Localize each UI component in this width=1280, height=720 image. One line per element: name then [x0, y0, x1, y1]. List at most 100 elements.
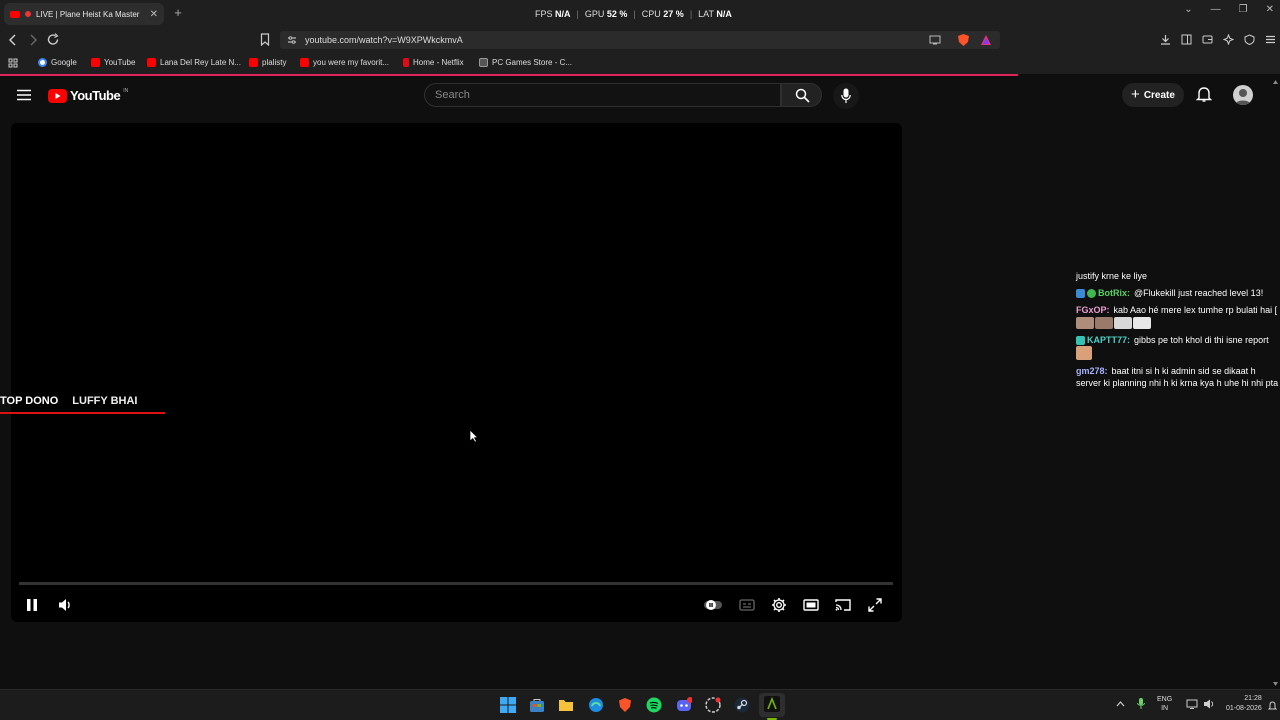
nvidia-app-icon[interactable] — [764, 696, 780, 712]
bookmark-label: Home - Netflix — [413, 58, 464, 67]
apps-grid-icon[interactable] — [8, 58, 18, 68]
address-bar[interactable]: youtube.com/watch?v=W9XPWkckmvA — [280, 31, 1000, 49]
show-hidden-icons-chevron-icon[interactable] — [1116, 700, 1125, 708]
brave-shields-icon[interactable] — [957, 33, 970, 47]
user-avatar-icon — [1235, 89, 1251, 105]
country-code: IN — [123, 87, 129, 94]
chat-message: BotRix: @Flukekill just reached level 13! — [1076, 287, 1280, 299]
bookmark-label: you were my favorit... — [313, 58, 390, 67]
minimize-icon[interactable]: — — [1211, 4, 1221, 15]
youtube-favicon-icon — [10, 10, 20, 18]
lat-label: LAT — [698, 9, 714, 19]
file-explorer-icon[interactable] — [558, 697, 574, 713]
video-player[interactable] — [11, 123, 902, 622]
wallet-icon[interactable] — [1202, 34, 1213, 45]
volume-icon[interactable] — [58, 597, 74, 613]
top-donor-label: TOP DONO — [0, 395, 59, 407]
notifications-bell-icon[interactable] — [1196, 86, 1212, 103]
spotify-icon[interactable] — [646, 697, 662, 713]
close-window-icon[interactable]: ✕ — [1266, 4, 1274, 15]
logo-text: YouTube — [70, 88, 121, 103]
bookmark-item[interactable]: plalisty — [249, 58, 286, 67]
brave-rewards-icon[interactable] — [980, 34, 992, 46]
speaker-volume-icon[interactable] — [1203, 698, 1215, 710]
microphone-tray-icon[interactable] — [1136, 697, 1146, 711]
bookmark-item[interactable]: Lana Del Rey Late N... — [147, 58, 241, 67]
top-donor-name: LUFFY BHAI — [72, 395, 138, 407]
chat-message: FGxOP: kab Aao hé mere lex tumhe rp bulat… — [1076, 304, 1280, 329]
theater-mode-icon[interactable] — [803, 597, 819, 613]
vpn-icon[interactable] — [1244, 34, 1255, 45]
new-tab-button[interactable]: + — [170, 5, 186, 21]
account-avatar[interactable] — [1233, 85, 1253, 105]
edge-browser-icon[interactable] — [588, 697, 604, 713]
gpu-label: GPU — [584, 9, 605, 19]
notification-center-icon[interactable] — [1268, 700, 1277, 711]
github-desktop-icon[interactable] — [705, 697, 721, 713]
browser-tab-bar: LIVE | Plane Heist Ka Master ✕ + FPS N/A… — [0, 0, 1280, 28]
close-tab-icon[interactable]: ✕ — [150, 9, 158, 20]
search-button[interactable] — [781, 83, 822, 107]
tab-list-chevron-icon[interactable]: ⌄ — [1184, 4, 1192, 15]
forward-icon[interactable] — [28, 34, 38, 46]
youtube-favicon-icon — [147, 58, 156, 67]
system-clock[interactable]: 21:28 01-08-2026 — [1226, 694, 1262, 714]
browser-tab[interactable]: LIVE | Plane Heist Ka Master ✕ — [4, 3, 164, 25]
fps-value: N/A — [555, 9, 571, 19]
discord-icon[interactable] — [676, 697, 692, 713]
captions-icon[interactable] — [739, 597, 755, 613]
chat-message: gm278: baat itni si h ki admin sid se dik… — [1076, 365, 1280, 389]
pause-icon[interactable] — [25, 597, 39, 613]
search-input[interactable] — [425, 84, 780, 106]
video-progress-bar[interactable] — [19, 582, 893, 585]
bookmark-item[interactable]: Google — [38, 58, 77, 67]
page-scrollbar[interactable] — [1271, 78, 1280, 688]
cast-icon[interactable] — [835, 597, 851, 613]
window-controls: ⌄ — ❐ ✕ — [1184, 4, 1274, 15]
create-label: Create — [1143, 89, 1175, 101]
voice-search-button[interactable] — [833, 83, 859, 109]
network-icon[interactable] — [1186, 699, 1198, 709]
autoplay-toggle-icon[interactable] — [703, 598, 723, 612]
search-icon — [795, 88, 810, 103]
create-button[interactable]: + Create — [1122, 83, 1184, 107]
bookmark-item[interactable]: PC Games Store - C... — [479, 58, 572, 67]
browser-toolbar: youtube.com/watch?v=W9XPWkckmvA — [0, 28, 1280, 52]
reload-icon[interactable] — [47, 33, 60, 46]
cast-page-icon[interactable] — [929, 35, 941, 45]
bookmark-label: Lana Del Rey Late N... — [160, 58, 241, 67]
fullscreen-icon[interactable] — [867, 597, 883, 613]
downloads-icon[interactable] — [1160, 34, 1171, 45]
browser-actions — [1160, 34, 1276, 45]
emote-icon — [1076, 345, 1092, 360]
microsoft-store-icon[interactable] — [529, 697, 545, 713]
bookmark-item[interactable]: YouTube — [91, 58, 135, 67]
overlay-underline — [0, 412, 165, 414]
windows-start-icon[interactable] — [500, 697, 516, 713]
leo-ai-icon[interactable] — [1223, 34, 1234, 45]
settings-gear-icon[interactable] — [771, 597, 787, 613]
search-box[interactable] — [424, 83, 781, 107]
input-region[interactable]: IN — [1157, 704, 1172, 713]
youtube-logo[interactable]: YouTube IN — [48, 88, 128, 103]
back-icon[interactable] — [8, 34, 18, 46]
steam-icon[interactable] — [734, 697, 750, 713]
sidebar-toggle-icon[interactable] — [1181, 34, 1192, 45]
hamburger-menu-icon[interactable] — [17, 89, 31, 101]
youtube-favicon-icon — [300, 58, 309, 67]
maximize-icon[interactable]: ❐ — [1239, 4, 1248, 15]
chat-author[interactable]: gm278: — [1076, 366, 1108, 376]
bookmark-item[interactable]: Home - Netflix — [403, 58, 464, 67]
youtube-header: YouTube IN + Create — [0, 76, 1280, 116]
input-language[interactable]: ENG — [1157, 695, 1172, 704]
menu-icon[interactable] — [1265, 34, 1276, 45]
chat-author[interactable]: KAPTT77: — [1087, 335, 1130, 345]
site-settings-icon[interactable] — [287, 35, 297, 45]
bookmark-item[interactable]: you were my favorit... — [300, 58, 389, 67]
bookmark-page-icon[interactable] — [260, 33, 270, 46]
chat-author[interactable]: FGxOP: — [1076, 305, 1110, 315]
bookmark-label: YouTube — [104, 58, 136, 67]
chat-author[interactable]: BotRix: — [1098, 288, 1130, 298]
brave-browser-icon[interactable] — [617, 697, 633, 713]
live-dot-icon — [25, 11, 31, 17]
